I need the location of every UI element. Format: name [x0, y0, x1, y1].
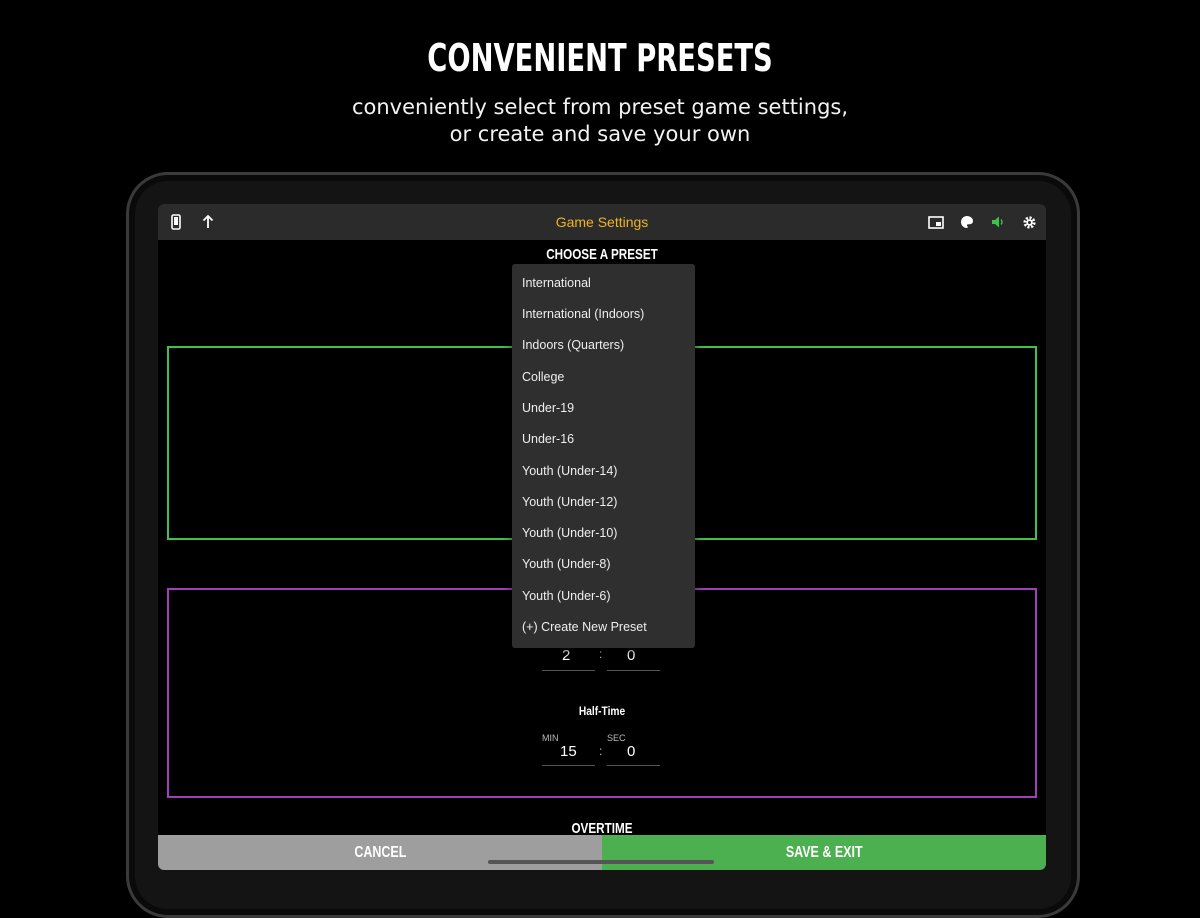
choose-preset-heading: CHOOSE A PRESET: [546, 246, 658, 263]
app-screen: Game Settings CHOOSE A PRESET 2 : 0 Half…: [158, 204, 1046, 870]
timeout-min-underline: [542, 670, 595, 671]
screen-title: Game Settings: [555, 214, 649, 230]
halftime-sec-value[interactable]: 0: [627, 743, 635, 760]
preset-option[interactable]: Under-19: [522, 398, 574, 418]
halftime-sec-label: SEC: [607, 733, 626, 743]
preset-option[interactable]: Youth (Under-10): [522, 523, 617, 543]
preset-option[interactable]: Under-16: [522, 429, 574, 449]
promo-subline: conveniently select from preset game set…: [0, 94, 1200, 148]
top-bar: Game Settings: [158, 204, 1046, 240]
save-exit-button-label: SAVE & EXIT: [785, 844, 863, 861]
halftime-sec-underline: [607, 765, 660, 766]
picture-in-picture-icon[interactable]: [928, 214, 944, 230]
preset-option[interactable]: Indoors (Quarters): [522, 335, 624, 355]
preset-option[interactable]: International: [522, 273, 591, 293]
sound-icon[interactable]: [990, 214, 1006, 230]
home-indicator: [488, 860, 714, 864]
cancel-button[interactable]: CANCEL: [158, 835, 602, 870]
save-exit-button[interactable]: SAVE & EXIT: [602, 835, 1046, 870]
create-new-preset-option[interactable]: (+) Create New Preset: [522, 617, 647, 637]
timeout-min-value[interactable]: 2: [562, 647, 570, 664]
preset-option[interactable]: Youth (Under-14): [522, 461, 617, 481]
time-separator: :: [599, 647, 603, 661]
halftime-min-value[interactable]: 15: [560, 743, 577, 760]
preset-option[interactable]: Youth (Under-8): [522, 554, 610, 574]
promo-subline-line-2: or create and save your own: [449, 122, 751, 146]
halftime-label: Half-Time: [578, 704, 626, 718]
palette-icon[interactable]: [959, 214, 975, 230]
gear-icon[interactable]: [1021, 214, 1037, 230]
preset-dropdown-menu: International International (Indoors) In…: [512, 264, 695, 648]
preset-option[interactable]: Youth (Under-6): [522, 586, 610, 606]
preset-option[interactable]: Youth (Under-12): [522, 492, 617, 512]
promo-headline: CONVENIENT PRESETS: [427, 36, 773, 80]
timeout-sec-value[interactable]: 0: [627, 647, 635, 664]
preset-option[interactable]: International (Indoors): [522, 304, 644, 324]
halftime-min-underline: [542, 765, 595, 766]
timeout-sec-underline: [607, 670, 660, 671]
preset-option[interactable]: College: [522, 367, 564, 387]
halftime-min-label: MIN: [542, 733, 559, 743]
time-separator: :: [599, 744, 603, 758]
cancel-button-label: CANCEL: [353, 844, 406, 861]
promo-subline-line-1: conveniently select from preset game set…: [351, 95, 849, 119]
